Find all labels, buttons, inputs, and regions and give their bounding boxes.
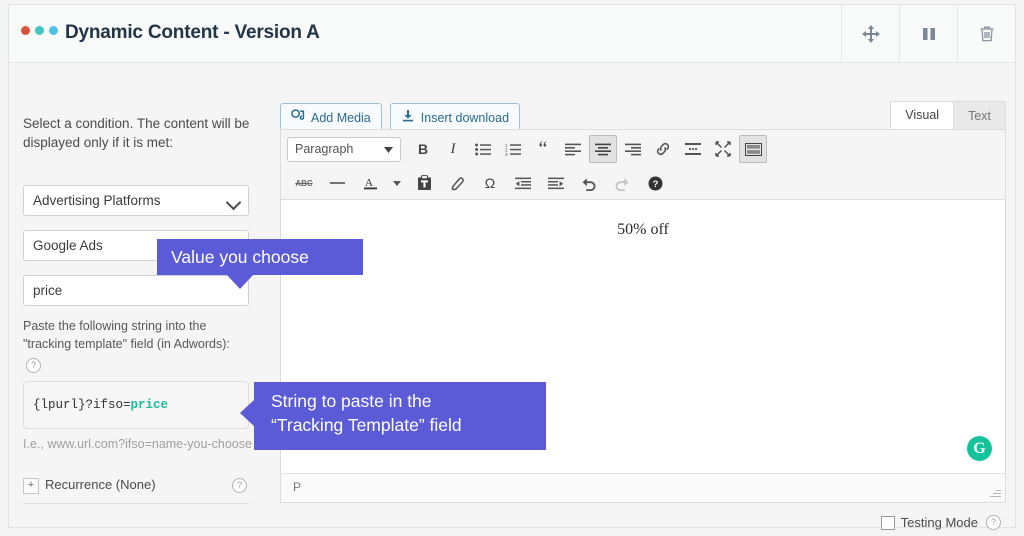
paste-instructions-text: Paste the following string into the "tra… <box>23 319 230 351</box>
format-select-value: Paragraph <box>295 142 354 156</box>
align-left-icon[interactable] <box>559 135 587 163</box>
add-media-icon <box>291 109 305 126</box>
chevron-down-icon <box>225 194 242 211</box>
chevron-down-icon <box>384 142 393 156</box>
paste-as-text-icon[interactable] <box>410 169 438 197</box>
tracking-template-code[interactable]: {lpurl}?ifso=price <box>23 381 249 429</box>
svg-text:A: A <box>365 177 373 189</box>
condition-type-select[interactable]: Advertising Platforms <box>23 185 249 216</box>
read-more-icon[interactable] <box>679 135 707 163</box>
testing-mode-row: Testing Mode ? <box>880 515 1001 530</box>
testing-mode-checkbox[interactable] <box>880 515 895 530</box>
insert-link-icon[interactable] <box>649 135 677 163</box>
help-icon[interactable]: ? <box>641 169 669 197</box>
italic-icon[interactable]: I <box>439 135 467 163</box>
outdent-icon[interactable] <box>509 169 537 197</box>
window-header: Dynamic Content - Version A <box>9 5 1015 63</box>
value-input[interactable]: price <box>23 275 249 306</box>
callout-value-text: Value you choose <box>171 247 309 267</box>
svg-text:?: ? <box>652 179 658 190</box>
bold-icon[interactable]: B <box>409 135 437 163</box>
tab-text[interactable]: Text <box>953 101 1006 129</box>
tab-visual[interactable]: Visual <box>890 101 955 129</box>
add-media-button[interactable]: Add Media <box>280 103 382 132</box>
testing-mode-label: Testing Mode <box>900 515 978 530</box>
editor-content-text: 50% off <box>617 221 669 238</box>
editor-mode-tabs: Visual Text <box>890 101 1006 129</box>
value-input-value: price <box>33 283 63 298</box>
recurrence-label: Recurrence (None) <box>45 477 156 492</box>
header-actions <box>841 5 1015 62</box>
svg-text:3: 3 <box>505 152 508 156</box>
paste-help-icon[interactable]: ? <box>26 358 41 373</box>
pause-icon <box>920 25 938 43</box>
example-note: I.e., www.url.com?ifso=name-you-choose <box>23 437 252 451</box>
page-title: Dynamic Content - Version A <box>65 22 320 43</box>
pause-button[interactable] <box>899 5 957 62</box>
callout-tracking-line2: “Tracking Template” field <box>271 415 462 435</box>
callout-tracking-template: String to paste in the “Tracking Templat… <box>240 382 546 450</box>
insert-download-button[interactable]: Insert download <box>389 103 521 132</box>
platform-value: Google Ads <box>33 238 103 253</box>
recurrence-help-icon[interactable]: ? <box>232 478 247 493</box>
add-media-label: Add Media <box>311 110 371 125</box>
insert-download-label: Insert download <box>420 110 510 125</box>
download-icon <box>401 109 415 126</box>
format-select[interactable]: Paragraph <box>287 136 401 162</box>
editor-media-buttons: Add Media Insert download <box>280 103 521 132</box>
content-card: Dynamic Content - Version A Select a con… <box>8 4 1016 530</box>
indent-icon[interactable] <box>542 169 570 197</box>
special-character-icon[interactable]: Ω <box>476 169 504 197</box>
paste-instructions: Paste the following string into the "tra… <box>23 318 235 373</box>
align-center-icon[interactable] <box>589 135 617 163</box>
editor-status-bar: P <box>281 473 1005 502</box>
text-color-icon[interactable]: A <box>356 169 384 197</box>
move-arrows-icon <box>861 24 881 44</box>
align-right-icon[interactable] <box>619 135 647 163</box>
move-button[interactable] <box>841 5 899 62</box>
delete-button[interactable] <box>957 5 1015 62</box>
blockquote-icon[interactable]: “ <box>529 135 557 163</box>
editor-panel: Add Media Insert download Visual Text Pa… <box>271 63 1015 530</box>
text-color-dropdown-icon[interactable] <box>389 169 405 197</box>
dot-red-icon <box>21 26 30 35</box>
recurrence-row[interactable]: + Recurrence (None) ? <box>23 477 249 504</box>
condition-instructions: Select a condition. The content will be … <box>23 116 250 150</box>
code-prefix: {lpurl}?ifso= <box>33 398 131 412</box>
testing-mode-help-icon[interactable]: ? <box>986 515 1001 530</box>
trash-icon <box>977 24 997 44</box>
numbered-list-icon[interactable]: 123 <box>499 135 527 163</box>
code-value: price <box>130 398 169 412</box>
resize-handle[interactable] <box>988 486 1001 499</box>
recurrence-expand-icon[interactable]: + <box>23 478 39 494</box>
condition-type-value: Advertising Platforms <box>33 193 161 208</box>
undo-icon[interactable] <box>575 169 603 197</box>
clear-formatting-icon[interactable] <box>443 169 471 197</box>
app-window: Dynamic Content - Version A Select a con… <box>0 0 1024 536</box>
grammarly-icon[interactable]: G <box>967 436 992 461</box>
toolbar-row-1: Paragraph B I 123 “ <box>287 135 767 163</box>
fullscreen-icon[interactable] <box>709 135 737 163</box>
redo-icon[interactable] <box>608 169 636 197</box>
callout-value-you-choose: Value you choose <box>157 239 363 289</box>
editor-toolbar: Paragraph B I 123 “ ABC A Ω ? <box>281 130 1005 200</box>
toolbar-row-2: ABC A Ω ? <box>290 169 669 197</box>
main-body: Select a condition. The content will be … <box>9 63 1015 530</box>
dot-teal-icon <box>35 26 44 35</box>
condition-sidebar: Select a condition. The content will be … <box>9 63 271 527</box>
toolbar-toggle-icon[interactable] <box>739 135 767 163</box>
element-path: P <box>293 480 302 494</box>
bulleted-list-icon[interactable] <box>469 135 497 163</box>
callout-tracking-line1: String to paste in the <box>271 391 432 411</box>
status-dots <box>21 26 58 35</box>
strikethrough-icon[interactable]: ABC <box>290 169 318 197</box>
horizontal-rule-icon[interactable] <box>323 169 351 197</box>
dot-blue-icon <box>49 26 58 35</box>
